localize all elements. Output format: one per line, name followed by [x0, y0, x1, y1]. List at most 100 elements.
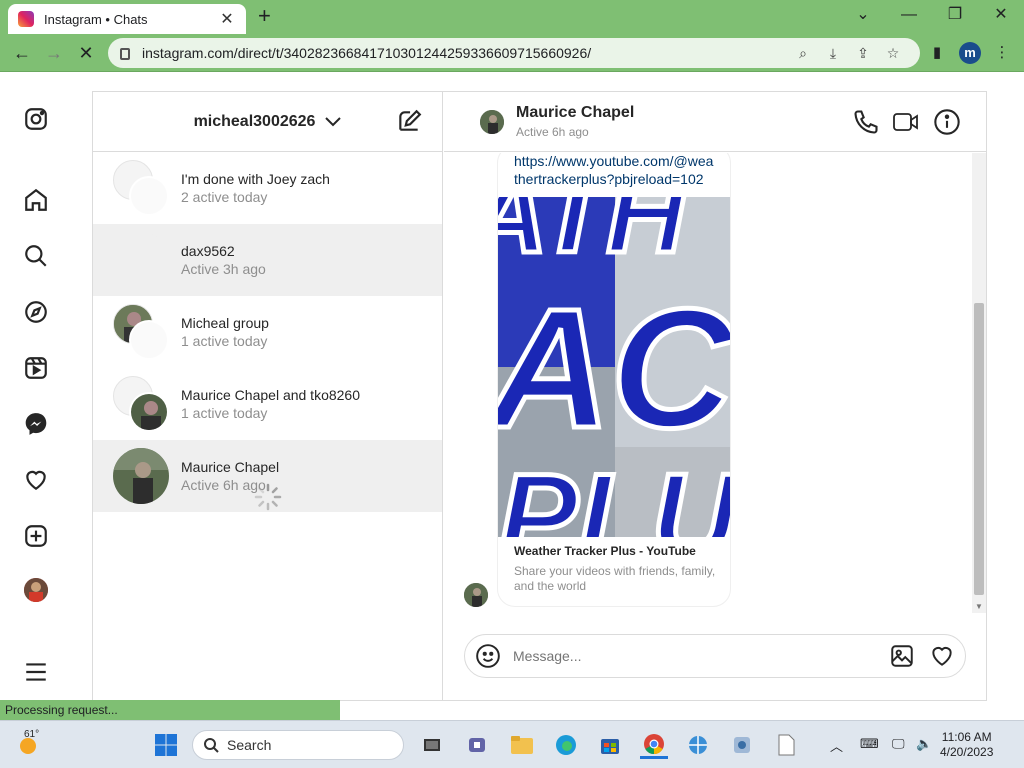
conversation-name: dax9562 — [181, 243, 235, 259]
profile-avatar-icon[interactable] — [24, 578, 48, 602]
side-panel-icon[interactable]: ▮ — [926, 42, 948, 64]
forward-button[interactable]: → — [41, 41, 67, 65]
zoom-search-icon[interactable]: ⌕ — [788, 45, 818, 62]
keyboard-icon[interactable]: ⌨ — [860, 736, 879, 752]
link-preview-title[interactable]: Weather Tracker Plus - YouTube — [514, 544, 696, 558]
group-avatar — [113, 160, 169, 216]
conversation-item[interactable]: Maurice Chapel and tko8260 1 active today — [93, 368, 442, 440]
conversation-name: Maurice Chapel — [181, 459, 280, 475]
weather-widget[interactable]: 61° — [8, 729, 48, 759]
conversation-name: Maurice Chapel and tko8260 — [181, 387, 361, 403]
explore-icon[interactable] — [22, 298, 50, 326]
microsoft-store-icon[interactable] — [596, 731, 624, 759]
clock-date: 4/20/2023 — [940, 745, 994, 759]
instagram-logo-icon[interactable] — [22, 105, 50, 133]
account-username[interactable]: micheal3002626 — [194, 113, 316, 131]
system-clock[interactable]: 11:06 AM 4/20/2023 — [940, 730, 993, 760]
message-composer — [464, 634, 966, 678]
bookmark-star-icon[interactable]: ☆ — [878, 45, 908, 62]
browser-tab-bar: Instagram • Chats ✕ + ⌄ — ❐ ✕ — [0, 0, 1024, 34]
browser-menu-icon[interactable]: ⋮ — [991, 42, 1013, 64]
messenger-icon[interactable] — [22, 410, 50, 438]
more-menu-icon[interactable] — [22, 658, 50, 686]
share-icon[interactable]: ⇪ — [848, 45, 878, 62]
emoji-icon[interactable] — [475, 643, 501, 669]
search-icon[interactable] — [22, 242, 50, 270]
search-icon — [204, 738, 219, 753]
minimize-button[interactable]: — — [894, 4, 924, 26]
notifications-heart-icon[interactable] — [22, 466, 50, 494]
taskbar-search[interactable]: Search — [192, 730, 404, 760]
home-icon[interactable] — [22, 186, 50, 214]
instagram-left-nav — [0, 72, 72, 698]
shared-link-url[interactable]: https://www.youtube.com/@weathertrackerp… — [498, 153, 730, 188]
svg-text:ATH: ATH — [498, 197, 688, 276]
message-area: https://www.youtube.com/@weathertrackerp… — [444, 153, 986, 613]
link-preview-thumbnail[interactable]: ATH ACK PLUS — [498, 197, 730, 537]
message-input[interactable] — [513, 648, 875, 664]
close-window-button[interactable]: ✕ — [986, 4, 1016, 26]
restore-button[interactable]: ❐ — [940, 4, 970, 26]
profile-avatar[interactable]: m — [959, 42, 981, 64]
blank-document-icon[interactable] — [772, 731, 800, 759]
chevron-down-icon[interactable] — [325, 114, 342, 130]
conversation-item[interactable]: dax9562 Active 3h ago — [93, 224, 442, 296]
link-preview-description: Share your videos with friends, family, … — [514, 564, 716, 593]
conversation-status: 2 active today — [181, 189, 268, 205]
direct-messages-panel: micheal3002626 I'm done with Joey zach 2 … — [92, 91, 987, 701]
tab-search-icon[interactable]: ⌄ — [848, 4, 878, 26]
message-scrollbar[interactable]: ▼ — [972, 153, 986, 613]
conversation-name: I'm done with Joey zach — [181, 171, 330, 187]
file-explorer-icon[interactable] — [508, 731, 536, 759]
network-icon[interactable]: 🖵 — [892, 736, 905, 752]
scrollbar-thumb[interactable] — [974, 303, 984, 595]
network-globe-icon[interactable] — [684, 731, 712, 759]
shared-link-message[interactable]: https://www.youtube.com/@weathertrackerp… — [497, 153, 731, 607]
volume-icon[interactable]: 🔈 — [916, 736, 932, 752]
new-message-icon[interactable] — [396, 108, 422, 134]
address-bar[interactable]: instagram.com/direct/t/34028236684171030… — [108, 38, 920, 68]
conversation-status: 1 active today — [181, 333, 268, 349]
back-button[interactable]: ← — [9, 41, 35, 65]
browser-status-bar: Processing request... — [0, 700, 340, 720]
chrome-browser-icon[interactable] — [640, 731, 668, 759]
browser-tab[interactable]: Instagram • Chats ✕ — [8, 4, 246, 34]
windows-taskbar: 61° Search ︿ ⌨ 🖵 🔈 11:06 AM 4/20/2023 — [0, 720, 1024, 768]
conversation-list: micheal3002626 I'm done with Joey zach 2 … — [93, 92, 443, 700]
task-view-icon[interactable] — [418, 731, 446, 759]
inbox-header: micheal3002626 — [93, 92, 442, 152]
create-icon[interactable] — [22, 522, 50, 550]
show-hidden-icons-chevron-icon[interactable]: ︿ — [830, 736, 843, 755]
close-tab-icon[interactable]: ✕ — [218, 9, 236, 29]
phone-call-icon[interactable] — [852, 108, 880, 136]
conversation-status: Active 3h ago — [181, 261, 266, 277]
stop-loading-button[interactable]: ✕ — [73, 41, 99, 65]
conversation-status: 1 active today — [181, 405, 268, 421]
url-text[interactable]: instagram.com/direct/t/34028236684171030… — [142, 45, 788, 61]
weather-temp: 61° — [24, 729, 40, 740]
edge-browser-icon[interactable] — [552, 731, 580, 759]
attach-image-icon[interactable] — [889, 643, 915, 669]
chat-avatar[interactable] — [480, 109, 504, 134]
group-avatar — [113, 376, 169, 432]
loading-spinner-icon — [253, 482, 283, 512]
conversation-item[interactable]: I'm done with Joey zach 2 active today — [93, 152, 442, 224]
video-call-icon[interactable] — [892, 108, 920, 136]
user-avatar — [113, 448, 169, 504]
user-avatar — [113, 232, 169, 288]
install-icon[interactable]: ⤓ — [818, 45, 848, 62]
sender-avatar[interactable] — [464, 583, 488, 607]
info-icon[interactable] — [933, 108, 961, 136]
app-settings-icon[interactable] — [728, 731, 756, 759]
teams-chat-icon[interactable] — [464, 731, 492, 759]
conversation-item[interactable]: Micheal group 1 active today — [93, 296, 442, 368]
chat-contact-name[interactable]: Maurice Chapel — [516, 104, 634, 122]
taskbar-search-label: Search — [227, 737, 272, 753]
like-heart-icon[interactable] — [929, 643, 955, 669]
chat-thread: Maurice Chapel Active 6h ago https://www… — [444, 92, 986, 700]
clock-time: 11:06 AM — [941, 730, 992, 744]
reels-icon[interactable] — [22, 354, 50, 382]
start-button[interactable] — [152, 731, 180, 759]
scroll-down-arrow-icon[interactable]: ▼ — [975, 602, 983, 611]
new-tab-button[interactable]: + — [258, 4, 271, 28]
